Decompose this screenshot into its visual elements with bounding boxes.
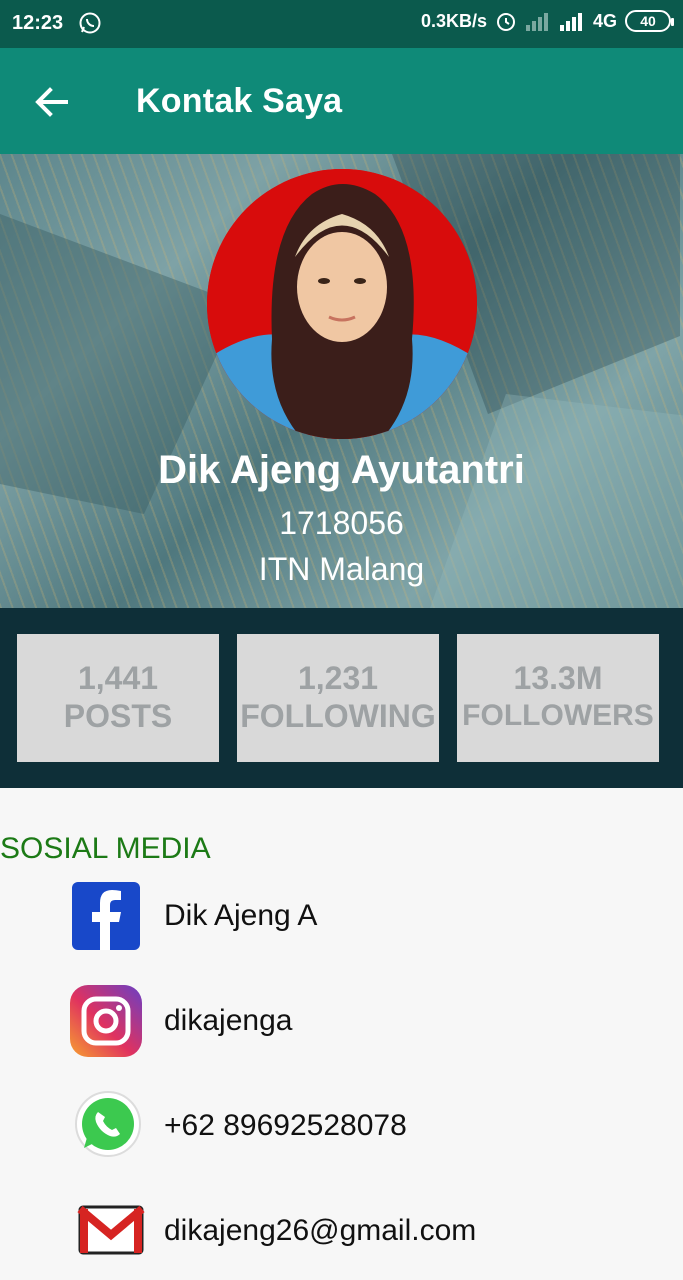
status-time: 12:23: [12, 12, 64, 34]
social-item-gmail[interactable]: dikajeng26@gmail.com: [66, 1191, 666, 1271]
avatar: [207, 169, 477, 439]
social-text: Dik Ajeng A: [164, 899, 318, 932]
stat-label: FOLLOWERS: [462, 699, 654, 732]
stat-followers[interactable]: 13.3M FOLLOWERS: [457, 634, 659, 762]
alarm-icon: [496, 13, 515, 31]
whatsapp-icon: [75, 1091, 141, 1157]
arrow-left-icon[interactable]: [30, 80, 74, 124]
profile-id: 1718056: [279, 505, 404, 541]
stat-label: POSTS: [63, 698, 173, 734]
social-item-instagram[interactable]: dikajenga: [66, 981, 666, 1061]
stat-label: FOLLOWING: [240, 698, 436, 734]
stat-value: 13.3M: [513, 660, 603, 696]
app-bar: Kontak Saya: [0, 48, 683, 154]
social-item-facebook[interactable]: Dik Ajeng A: [66, 876, 666, 956]
signal-2-icon: [559, 13, 582, 31]
stat-value: 1,441: [77, 660, 159, 696]
network-type: 4G: [592, 10, 617, 31]
gmail-icon: [77, 1205, 145, 1255]
section-title: SOSIAL MEDIA: [0, 832, 211, 865]
instagram-icon: [70, 985, 142, 1057]
stats-panel: 1,441 POSTS 1,231 FOLLOWING 13.3M FOLLOW…: [0, 608, 683, 788]
whatsapp-notification-icon: [79, 12, 101, 34]
page-title: Kontak Saya: [136, 82, 343, 120]
profile-name: Dik Ajeng Ayutantri: [158, 448, 525, 492]
status-right: 0.3KB/s 4G 40: [420, 10, 674, 32]
facebook-icon: [72, 882, 140, 950]
signal-1-icon: [525, 13, 548, 31]
battery-icon: 40: [625, 10, 674, 32]
stat-value: 1,231: [297, 660, 379, 696]
stat-following[interactable]: 1,231 FOLLOWING: [237, 634, 439, 762]
social-item-whatsapp[interactable]: +62 89692528078: [66, 1086, 666, 1166]
net-speed: 0.3KB/s: [420, 10, 487, 31]
profile-campus: ITN Malang: [258, 551, 425, 587]
social-text: +62 89692528078: [164, 1109, 407, 1142]
status-bar: 12:23 0.3KB/s 4G 40: [0, 0, 683, 48]
social-text: dikajenga: [164, 1004, 293, 1037]
social-text: dikajeng26@gmail.com: [164, 1214, 477, 1247]
stat-posts[interactable]: 1,441 POSTS: [17, 634, 219, 762]
